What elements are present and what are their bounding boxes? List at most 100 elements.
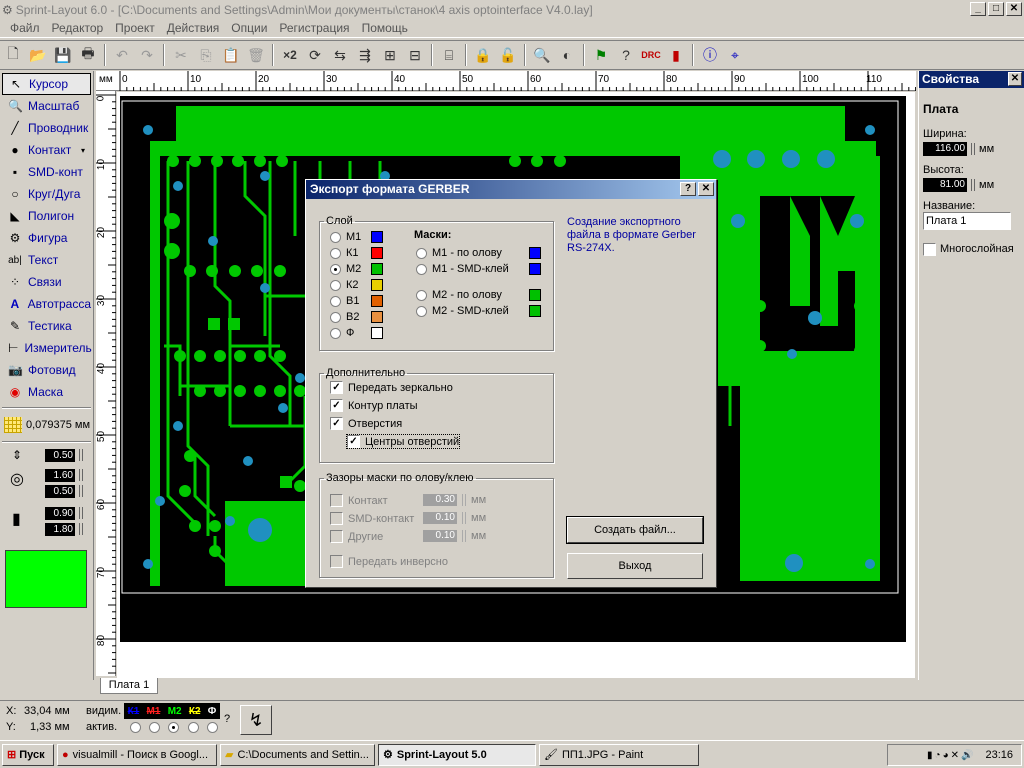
invert-checkbox[interactable] — [330, 555, 343, 568]
radio-k2[interactable] — [187, 722, 199, 733]
tray-icons[interactable]: ▮◔◕✕🔊 — [927, 750, 975, 761]
clearance-smd-checkbox[interactable] — [330, 512, 343, 525]
redo-icon[interactable]: ↷ — [136, 44, 158, 66]
pcb-tool-icon[interactable]: ↯ — [240, 705, 272, 735]
board-outline-option[interactable]: ✓ Контур платы — [330, 399, 418, 412]
layer-m1-option[interactable]: М1 — [330, 231, 361, 243]
tab-board-1[interactable]: Плата 1 — [100, 678, 158, 694]
spinner[interactable] — [971, 143, 975, 155]
menu-actions[interactable]: Действия — [161, 21, 226, 35]
dropdown-arrow-icon[interactable]: ▾ — [81, 146, 85, 155]
tool-autoroute[interactable]: A Автотрасса — [2, 293, 91, 315]
tool-circle[interactable]: ○ Круг/Дуга — [2, 183, 91, 205]
tool-smd[interactable]: ▪ SMD-конт — [2, 161, 91, 183]
layer-m2-option[interactable]: М2 — [330, 263, 361, 275]
clearance-pad-checkbox[interactable] — [330, 494, 343, 507]
layer-f[interactable]: Ф — [208, 706, 217, 717]
rotate-icon[interactable]: ⟳ — [304, 44, 326, 66]
menu-registration[interactable]: Регистрация — [273, 21, 355, 35]
pad-outer-field[interactable]: 1.60 — [45, 468, 75, 482]
smd-height-field[interactable]: 1.80 — [45, 522, 75, 536]
dialog-close-button[interactable]: ✕ — [698, 182, 714, 196]
task-paint[interactable]: 🖌 ПП1.JPG - Paint — [539, 743, 699, 766]
tool-measure[interactable]: ⊢ Измеритель — [2, 337, 92, 359]
radio-k1[interactable] — [130, 722, 142, 733]
spinner[interactable] — [79, 507, 83, 519]
tool-text[interactable]: ab| Текст — [2, 249, 91, 271]
menu-file[interactable]: Файл — [4, 21, 46, 35]
width-field[interactable]: 116.00 — [923, 142, 967, 156]
tool-mask[interactable]: ◉ Маска — [2, 381, 91, 403]
task-visualmill[interactable]: ● visualmill - Поиск в Googl... — [57, 743, 217, 766]
undo-icon[interactable]: ↶ — [111, 44, 133, 66]
multilayer-checkbox[interactable] — [923, 242, 936, 256]
mirror-checkbox[interactable]: ✓ — [330, 381, 343, 394]
spinner[interactable] — [79, 469, 83, 481]
mask-m2-solder[interactable]: М2 - по олову — [416, 289, 502, 301]
board-name-input[interactable] — [923, 212, 1011, 230]
clearance-smd-field[interactable]: 0.10 — [423, 512, 457, 524]
exit-button[interactable]: Выход — [567, 553, 703, 579]
copy-icon[interactable]: ⎘ — [195, 44, 217, 66]
radio[interactable] — [330, 279, 341, 291]
clearance-other-option[interactable]: Другие — [330, 530, 383, 543]
radio[interactable] — [416, 263, 427, 275]
spinner[interactable] — [462, 494, 466, 506]
start-button[interactable]: ⊞ Пуск — [2, 743, 54, 766]
radio[interactable] — [330, 295, 341, 307]
menu-options[interactable]: Опции — [225, 21, 273, 35]
layer-m2[interactable]: М2 — [168, 706, 182, 717]
minimize-button[interactable]: _ — [970, 2, 986, 16]
clearance-smd-option[interactable]: SMD-контакт — [330, 512, 414, 525]
create-file-button[interactable]: Создать файл... — [566, 516, 704, 544]
spinner[interactable] — [79, 485, 83, 497]
radio[interactable] — [330, 231, 341, 243]
radio[interactable] — [416, 247, 427, 259]
save-icon[interactable]: 💾 — [52, 44, 74, 66]
holes-checkbox[interactable]: ✓ — [330, 417, 343, 430]
radio-m2[interactable] — [168, 722, 180, 733]
tool-connections[interactable]: ⁘ Связи — [2, 271, 91, 293]
close-icon[interactable]: ✕ — [1008, 72, 1022, 86]
new-file-icon[interactable]: 🗋 — [2, 44, 24, 66]
close-button[interactable]: ✕ — [1006, 2, 1022, 16]
menu-help[interactable]: Помощь — [356, 21, 414, 35]
transparency-icon[interactable]: ◐ — [556, 44, 578, 66]
tool-pad[interactable]: ● Контакт ▾ — [2, 139, 91, 161]
pad-inner-field[interactable]: 0.50 — [45, 484, 75, 498]
drc-icon[interactable]: DRC — [640, 44, 662, 66]
help-button[interactable]: ? — [680, 182, 696, 196]
layer-f-option[interactable]: Ф — [330, 327, 354, 339]
zoom-icon[interactable]: 🔍 — [531, 44, 553, 66]
smd-width-field[interactable]: 0.90 — [45, 506, 75, 520]
invert-option[interactable]: Передать инверсно — [330, 555, 448, 568]
tool-cursor[interactable]: ↖ Курсор — [2, 73, 91, 95]
spinner[interactable] — [79, 523, 83, 535]
cut-icon[interactable]: ✂ — [170, 44, 192, 66]
radio[interactable] — [416, 289, 427, 301]
print-icon[interactable]: 🖶 — [77, 44, 99, 66]
lock-icon[interactable]: 🔒 — [472, 44, 494, 66]
spinner[interactable] — [79, 449, 83, 461]
duplicate-icon[interactable]: ×2 — [279, 44, 301, 66]
layer-k1-option[interactable]: К1 — [330, 247, 359, 259]
radio[interactable] — [330, 247, 341, 259]
tool-shape[interactable]: ⚙ Фигура — [2, 227, 91, 249]
radio[interactable] — [330, 311, 341, 323]
radio-f[interactable] — [206, 722, 218, 733]
hole-centers-checkbox[interactable]: ✓ — [347, 435, 360, 448]
autoroute-icon[interactable]: ⚑ — [590, 44, 612, 66]
origin-icon[interactable]: ⌖ — [724, 44, 746, 66]
help-icon[interactable]: ? — [224, 713, 230, 725]
radio[interactable] — [330, 327, 341, 339]
radio-m1[interactable] — [149, 722, 161, 733]
menu-project[interactable]: Проект — [109, 21, 161, 35]
layer-b2-option[interactable]: В2 — [330, 311, 359, 323]
hole-centers-option[interactable]: ✓ Центры отверстий — [345, 434, 461, 449]
mirror-option[interactable]: ✓ Передать зеркально — [330, 381, 453, 394]
group-icon[interactable]: ⊞ — [379, 44, 401, 66]
unlock-icon[interactable]: 🔓 — [497, 44, 519, 66]
grid-selector[interactable]: 0,079375 мм — [0, 415, 93, 435]
testing-icon[interactable]: ? — [615, 44, 637, 66]
layer-k2[interactable]: К2 — [189, 706, 201, 717]
